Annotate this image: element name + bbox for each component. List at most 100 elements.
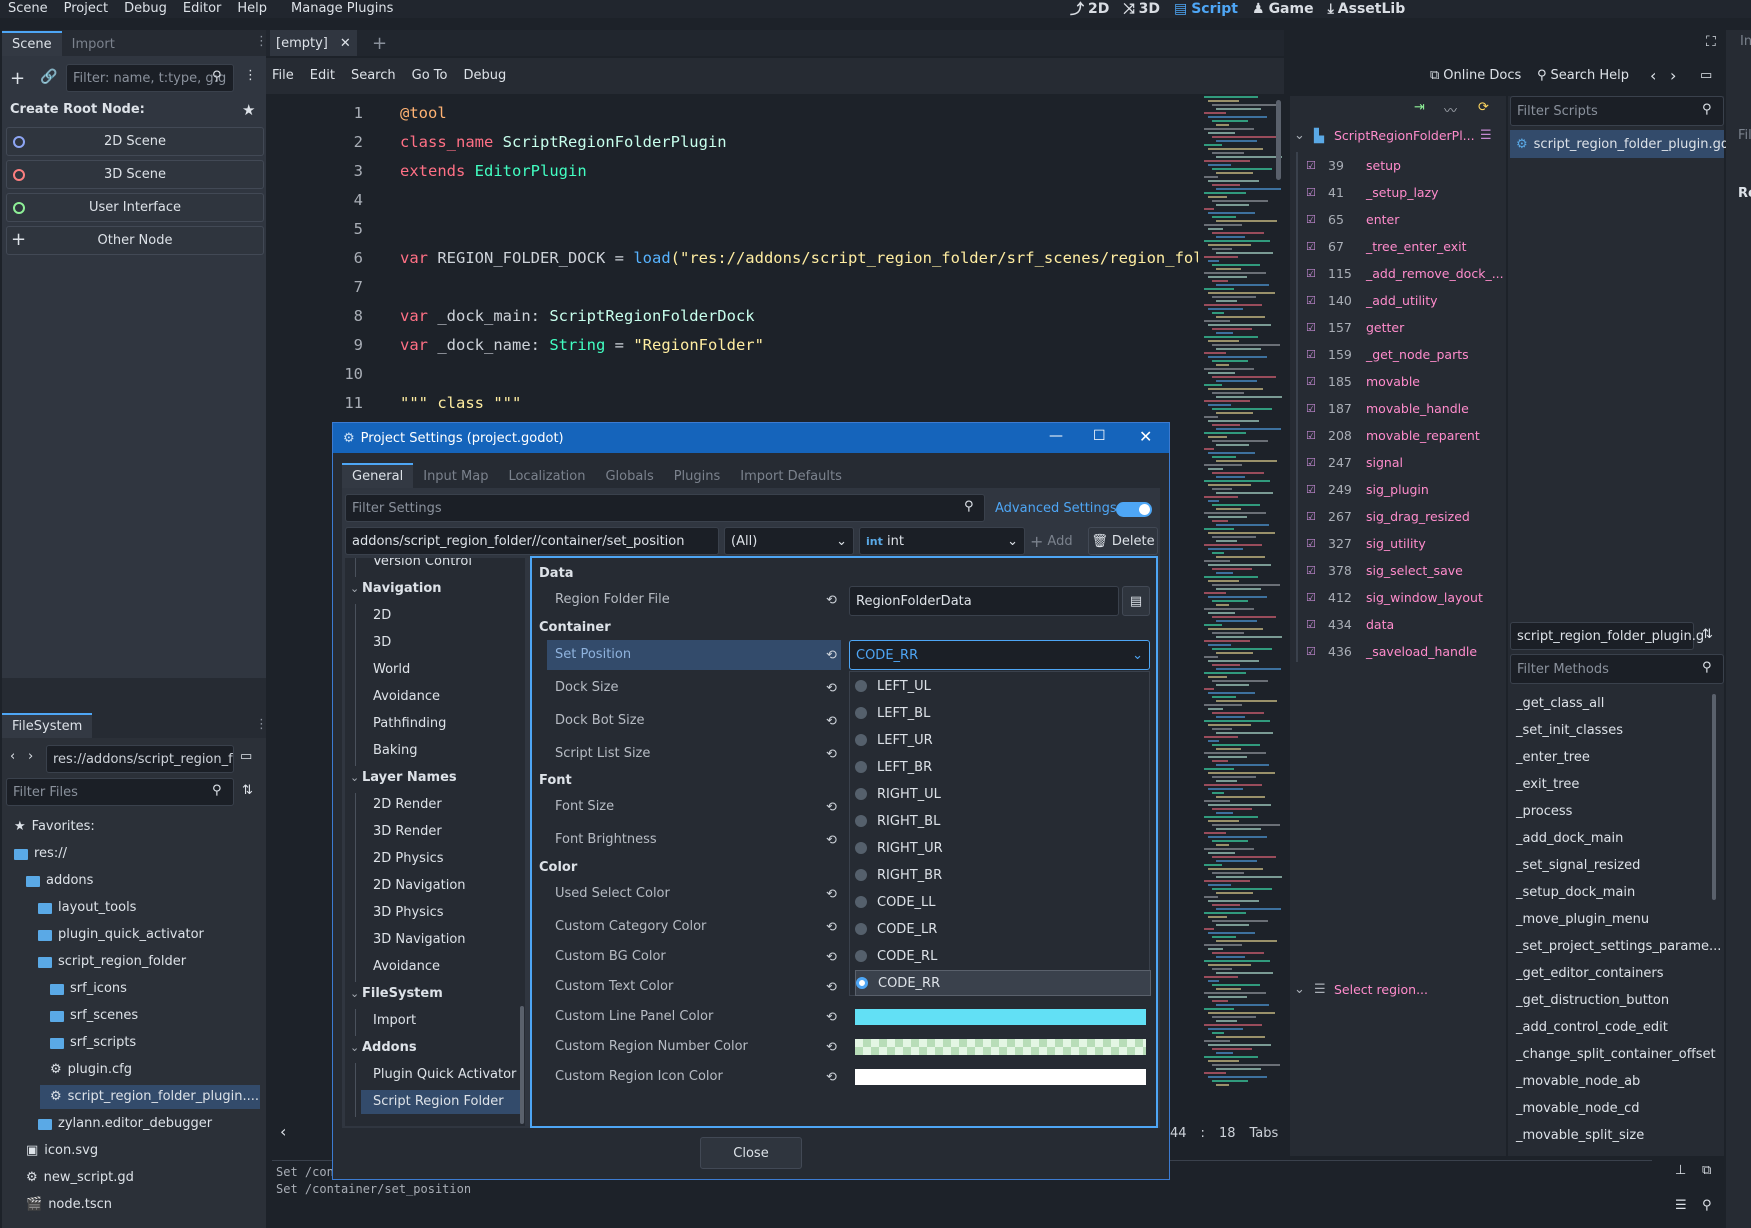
region-icon-color-swatch[interactable]	[855, 1069, 1146, 1085]
revert-icon[interactable]: ⟲	[826, 834, 840, 848]
feed-icon[interactable]: 〰	[1444, 100, 1457, 119]
region-checkbox-icon[interactable]: ☑	[1306, 240, 1316, 253]
filesystem-item[interactable]: 🎬 node.tscn	[26, 1193, 112, 1217]
revert-icon[interactable]: ⟲	[826, 1041, 840, 1055]
filesystem-item[interactable]: ⚙ plugin.cfg	[50, 1058, 132, 1082]
settings-subcategory[interactable]: Import	[373, 1009, 416, 1033]
region-checkbox-icon[interactable]: ☑	[1306, 294, 1316, 307]
region-checkbox-icon[interactable]: ☑	[1306, 402, 1316, 415]
settings-subcategory[interactable]: 2D Navigation	[373, 874, 466, 898]
region-checkbox-icon[interactable]: ☑	[1306, 591, 1316, 604]
region-checkbox-icon[interactable]: ☑	[1306, 645, 1316, 658]
method-item[interactable]: _get_editor_containers	[1516, 966, 1663, 981]
settings-subcategory[interactable]: Script Region Folder	[373, 1090, 504, 1114]
filter-files-input[interactable]: Filter Files	[6, 778, 234, 806]
chevron-down-icon[interactable]: ⌄	[350, 766, 359, 790]
dropdown-option[interactable]: CODE_LR	[855, 916, 1151, 942]
filesystem-item[interactable]: ★ Favorites:	[14, 815, 95, 839]
delete-setting-button[interactable]: 🗑 Delete	[1088, 527, 1158, 555]
online-docs-button[interactable]: ⧉ Online Docs	[1430, 68, 1521, 83]
maximize-icon[interactable]: ☐	[1093, 428, 1106, 444]
tab-localization[interactable]: Localization	[498, 465, 595, 488]
zoom-icon[interactable]: ⚲	[1702, 1198, 1712, 1213]
minimap[interactable]	[1204, 96, 1282, 1086]
method-item[interactable]: _move_plugin_menu	[1516, 912, 1649, 927]
pin-icon[interactable]: ⊥	[1675, 1163, 1686, 1178]
region-checkbox-icon[interactable]: ☑	[1306, 267, 1316, 280]
region-checkbox-icon[interactable]: ☑	[1306, 456, 1316, 469]
method-item[interactable]: _movable_node_cd	[1516, 1101, 1639, 1116]
revert-icon[interactable]: ⟲	[826, 594, 840, 608]
history-back-icon[interactable]: ‹	[1650, 66, 1656, 85]
sort-icon[interactable]: ⇅	[1702, 627, 1713, 642]
minimize-icon[interactable]: —	[1049, 428, 1063, 444]
filter-methods-input[interactable]: Filter Methods	[1510, 654, 1724, 684]
filesystem-menu-icon[interactable]: ⋮	[255, 717, 268, 732]
region-checkbox-icon[interactable]: ☑	[1306, 618, 1316, 631]
method-item[interactable]: _add_control_code_edit	[1516, 1020, 1668, 1035]
outline-item[interactable]: ☑ 39 setup	[1306, 155, 1401, 175]
filesystem-item[interactable]: srf_icons	[50, 977, 127, 1001]
settings-subcategory[interactable]: Version Control	[373, 558, 472, 574]
filesystem-item[interactable]: srf_scenes	[50, 1004, 138, 1028]
outline-item[interactable]: ☑ 434 data	[1306, 614, 1394, 634]
main-game-button[interactable]: ♟ Game	[1252, 1, 1314, 17]
history-forward-icon[interactable]: ›	[1670, 66, 1676, 85]
chevron-down-icon[interactable]: ⌄	[350, 982, 359, 1006]
method-item[interactable]: _enter_tree	[1516, 750, 1590, 765]
method-item[interactable]: _set_project_settings_parame...	[1516, 939, 1721, 954]
dropdown-option[interactable]: RIGHT_BL	[855, 808, 1151, 834]
dropdown-option[interactable]: RIGHT_BR	[855, 862, 1151, 888]
filesystem-item[interactable]: addons	[26, 869, 93, 893]
collapse-icon[interactable]: ⌄	[1294, 982, 1305, 997]
region-checkbox-icon[interactable]: ☑	[1306, 564, 1316, 577]
dropdown-option[interactable]: LEFT_BR	[855, 754, 1151, 780]
region-checkbox-icon[interactable]: ☑	[1306, 213, 1316, 226]
filesystem-path-input[interactable]: res://addons/script_region_f	[46, 745, 234, 773]
indent-mode[interactable]: Tabs	[1249, 1126, 1278, 1141]
settings-subcategory[interactable]: 2D Render	[373, 793, 442, 817]
revert-icon[interactable]: ⟲	[826, 715, 840, 729]
type-filter-select[interactable]: (All) ⌄	[724, 527, 854, 555]
settings-subcategory[interactable]: World	[373, 658, 410, 682]
region-checkbox-icon[interactable]: ☑	[1306, 510, 1316, 523]
method-item[interactable]: _process	[1516, 804, 1572, 819]
toggle-scripts-panel-icon[interactable]: ‹	[280, 1122, 286, 1141]
outline-item[interactable]: ☑ 67 _tree_enter_exit	[1306, 236, 1466, 256]
region-checkbox-icon[interactable]: ☑	[1306, 429, 1316, 442]
revert-icon[interactable]: ⟲	[826, 981, 840, 995]
dropdown-option[interactable]: CODE_LL	[855, 889, 1151, 915]
close-window-icon[interactable]: ✕	[1139, 427, 1152, 446]
collapse-icon[interactable]: ⌄	[1294, 128, 1305, 143]
enter-icon[interactable]: ⇥	[1414, 100, 1425, 115]
dropdown-option[interactable]: LEFT_BL	[855, 700, 1151, 726]
settings-subcategory[interactable]: Plugin Quick Activator	[373, 1063, 516, 1087]
settings-category[interactable]: Layer Names	[362, 766, 457, 790]
file-picker-button[interactable]: ▤	[1122, 586, 1150, 616]
region-checkbox-icon[interactable]: ☑	[1306, 537, 1316, 550]
dropdown-option[interactable]: RIGHT_UL	[855, 781, 1151, 807]
filesystem-item[interactable]: res://	[14, 842, 67, 866]
method-item[interactable]: _movable_node_ab	[1516, 1074, 1640, 1089]
outline-item[interactable]: ☑ 159 _get_node_parts	[1306, 344, 1469, 364]
filter-settings-input[interactable]: Filter Settings	[345, 494, 985, 522]
add-setting-button[interactable]: + Add	[1030, 527, 1084, 555]
revert-icon[interactable]: ⟲	[826, 951, 840, 965]
chevron-down-icon[interactable]: ⌄	[350, 577, 359, 601]
settings-subcategory[interactable]: 2D	[373, 604, 391, 628]
region-checkbox-icon[interactable]: ☑	[1306, 483, 1316, 496]
revert-icon[interactable]: ⟲	[826, 748, 840, 762]
close-button[interactable]: Close	[700, 1137, 802, 1169]
revert-icon[interactable]: ⟲	[826, 801, 840, 815]
search-help-button[interactable]: ⚲ Search Help	[1537, 68, 1629, 83]
filesystem-item[interactable]: ⚙ script_region_folder_plugin....	[50, 1085, 259, 1109]
chevron-down-icon[interactable]: ⌄	[350, 1036, 359, 1060]
filter-scripts-input[interactable]: Filter Scripts	[1510, 96, 1724, 126]
method-item[interactable]: _get_class_all	[1516, 696, 1604, 711]
type-select[interactable]: int int ⌄	[859, 527, 1025, 555]
line-panel-color-swatch[interactable]	[855, 1009, 1146, 1025]
outline-item[interactable]: ☑ 208 movable_reparent	[1306, 425, 1480, 445]
method-item[interactable]: _movable_split_size	[1516, 1128, 1644, 1143]
tree-scrollbar[interactable]	[520, 1006, 524, 1124]
method-item[interactable]: _change_split_container_offset	[1516, 1047, 1716, 1062]
